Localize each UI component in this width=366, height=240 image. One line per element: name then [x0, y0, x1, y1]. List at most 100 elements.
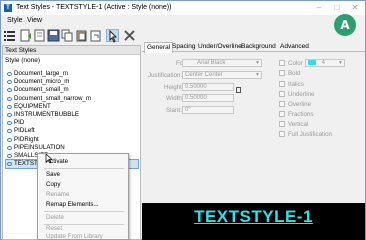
chevron-down-icon: ▼	[255, 72, 260, 78]
width-label: Width:	[166, 95, 184, 102]
tab-general[interactable]: General	[144, 42, 174, 53]
menu-bar: Style View	[1, 16, 365, 27]
style-list-item-label: PID	[14, 119, 25, 127]
reset-menu-item[interactable]: Reset	[46, 225, 62, 232]
bold-checkbox[interactable]	[279, 70, 285, 76]
style-list-item-label: EQUIPMENT	[14, 102, 51, 110]
slant-input[interactable]: 0°	[182, 106, 234, 114]
text-style-icon	[7, 88, 12, 93]
style-list-item[interactable]: Document_large_m	[6, 70, 138, 78]
refresh-icon[interactable]	[89, 29, 102, 42]
justification-value: Center Center	[185, 72, 223, 78]
overline-checkbox[interactable]	[279, 101, 285, 107]
style-list-item-label: PIPEINSULATION	[14, 143, 65, 151]
color-value: 4	[321, 60, 326, 67]
app-icon: T	[4, 4, 12, 12]
style-list-item[interactable]: EQUIPMENT	[6, 103, 138, 111]
text-styles-window: T Text Styles - TEXTSTYLE-1 (Active : St…	[0, 0, 366, 240]
new-style-icon[interactable]	[19, 29, 32, 42]
style-list-item[interactable]: Document_small_m	[6, 86, 138, 94]
minimize-button[interactable]: –	[313, 3, 325, 13]
vertical-checkbox[interactable]	[279, 121, 285, 127]
style-list-item-label: PIDLeft	[14, 127, 35, 135]
menu-separator	[44, 168, 124, 169]
chevron-down-icon: ▼	[338, 60, 343, 66]
full-justification-label: Full Justification	[288, 131, 333, 138]
full-justification-checkbox[interactable]	[279, 131, 285, 137]
update-from-library-menu-item[interactable]: Update From Library	[46, 233, 103, 240]
bold-label: Bold	[288, 70, 301, 77]
style-list-item-label: Document_large_m	[14, 70, 68, 77]
text-style-icon	[7, 137, 12, 142]
color-swatch	[308, 60, 316, 65]
text-style-icon	[7, 129, 12, 134]
mouse-cursor-icon	[45, 154, 53, 164]
delete-icon[interactable]	[123, 29, 136, 42]
fractions-checkbox[interactable]	[279, 111, 285, 117]
save-menu-item[interactable]: Save	[46, 171, 60, 178]
text-style-icon	[7, 145, 12, 150]
underline-label: Underline	[288, 91, 315, 98]
open-icon[interactable]	[33, 29, 46, 42]
style-list-item[interactable]: PIDLeft	[6, 127, 138, 135]
save-icon[interactable]	[47, 29, 60, 42]
style-group-label[interactable]: Style (none)	[5, 57, 40, 64]
style-list-item[interactable]: Document_small_narrow_m	[6, 95, 138, 103]
height-input[interactable]: 0.50000	[182, 83, 234, 91]
style-list-item-label: Document_micro_m	[14, 78, 70, 86]
style-list-item-label: INSTRUMENTBUBBLE	[14, 110, 79, 118]
list-view-icon[interactable]	[3, 29, 16, 42]
style-properties-panel: General Spacing Under/Overline Backgroun…	[142, 41, 365, 240]
tab-background[interactable]: Background	[239, 42, 278, 52]
maximize-button[interactable]: □	[331, 3, 343, 13]
fractions-label: Fractions	[288, 111, 314, 118]
select-style-icon[interactable]	[106, 29, 119, 43]
paste-icon[interactable]	[75, 29, 88, 42]
delete-menu-item[interactable]: Delete	[46, 214, 64, 221]
style-list-item-label: Document_small_m	[14, 86, 69, 94]
width-input[interactable]: 0.50000	[182, 94, 234, 102]
rename-menu-item[interactable]: Rename	[46, 191, 69, 198]
style-list-item-label: Document_small_narrow_m	[14, 94, 92, 102]
height-label: Height:	[164, 84, 184, 91]
slant-label: Slant:	[166, 107, 182, 114]
panel-header: Text Styles	[3, 46, 140, 55]
underline-checkbox[interactable]	[279, 91, 285, 97]
text-style-icon	[7, 104, 12, 109]
text-style-icon	[7, 162, 12, 167]
style-list-item[interactable]: INSTRUMENTBUBBLE	[6, 111, 138, 119]
justification-label: Justification:	[148, 72, 183, 79]
color-select[interactable]: 4 ▼	[305, 59, 345, 67]
preview-text: TEXTSTYLE-1	[194, 207, 313, 226]
style-preview: TEXTSTYLE-1	[142, 203, 365, 240]
overline-label: Overline	[288, 101, 312, 108]
style-list-item[interactable]: PID	[6, 119, 138, 127]
tab-under-overline[interactable]: Under/Overline	[196, 42, 244, 52]
title-bar: T Text Styles - TEXTSTYLE-1 (Active : St…	[1, 1, 365, 15]
text-style-icon	[7, 153, 12, 158]
tab-spacing[interactable]: Spacing	[170, 42, 198, 52]
copy-icon[interactable]	[61, 29, 74, 42]
close-button[interactable]: ✕	[349, 3, 361, 13]
menu-view[interactable]: View	[27, 17, 42, 24]
font-value: Arial Black	[197, 60, 226, 66]
style-list-item[interactable]: Document_micro_m	[6, 78, 138, 86]
text-style-icon	[7, 72, 12, 76]
justification-select[interactable]: Center Center ▼	[182, 71, 262, 79]
remap-elements-menu-item[interactable]: Remap Elements...	[46, 201, 99, 208]
style-list-item[interactable]: PIPEINSULATION	[6, 144, 138, 152]
style-list-item[interactable]: PIDRight	[6, 136, 138, 144]
text-style-icon	[7, 96, 12, 101]
color-checkbox[interactable]	[279, 60, 285, 66]
lock-icon[interactable]	[236, 87, 241, 93]
copy-menu-item[interactable]: Copy	[46, 181, 60, 188]
tab-advanced[interactable]: Advanced	[278, 42, 311, 52]
color-label: Color	[288, 60, 303, 67]
text-style-icon	[7, 121, 12, 126]
italics-checkbox[interactable]	[279, 81, 285, 87]
text-style-icon	[7, 112, 12, 117]
vertical-label: Vertical	[288, 121, 309, 128]
italics-label: Italics	[288, 81, 304, 88]
menu-style[interactable]: Style	[7, 17, 23, 24]
font-select[interactable]: Arial Black ▼	[182, 59, 262, 67]
